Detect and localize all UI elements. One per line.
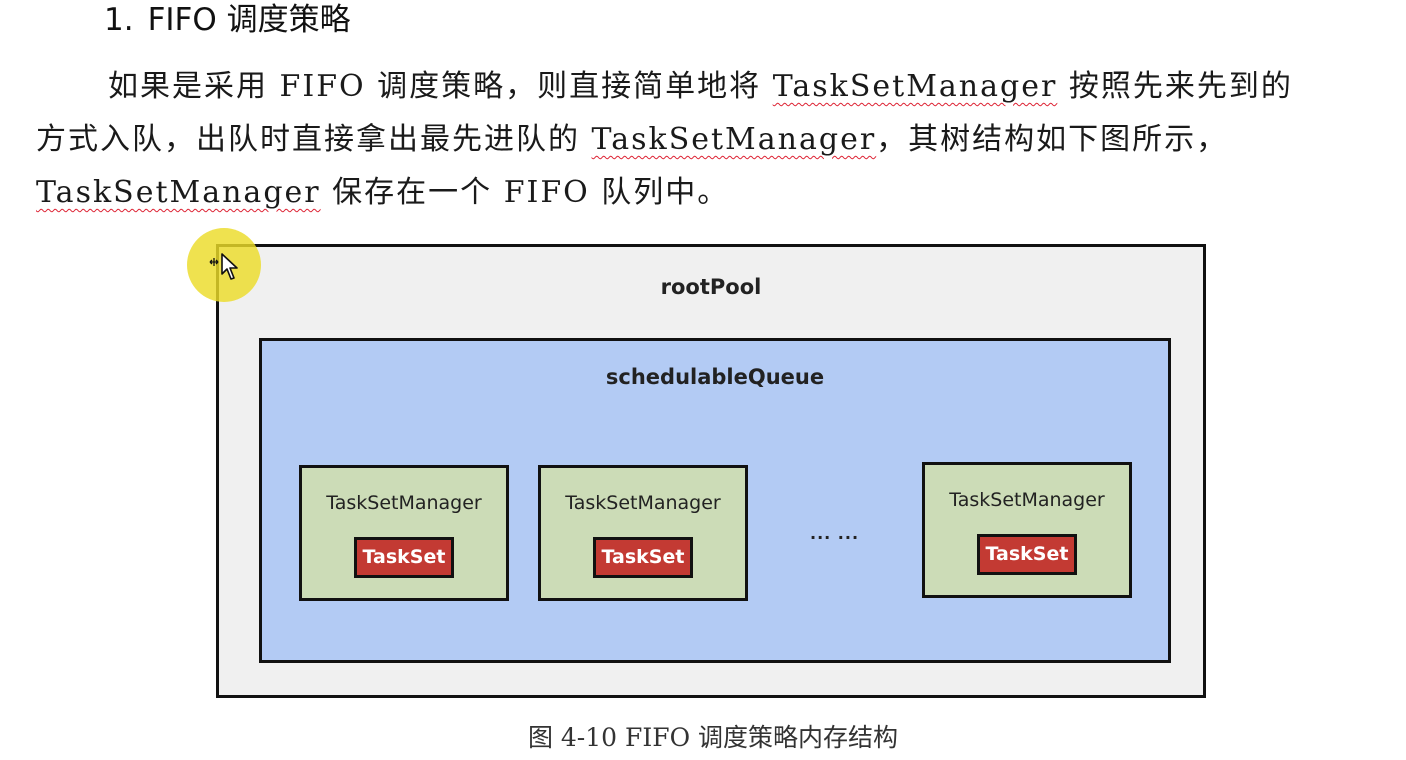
line-3-text-end: 保存在一个 FIFO 队列中。 <box>320 175 730 210</box>
figure-caption: 图 4-10 FIFO 调度策略内存结构 <box>527 723 899 752</box>
task-set-manager-box: TaskSetManager TaskSet <box>922 462 1132 598</box>
schedulable-queue-box: schedulableQueue TaskSetManager TaskSet … <box>259 338 1171 663</box>
line-1-text-start: 如果是采用 FIFO 调度策略，则直接简单地将 <box>108 69 773 104</box>
paragraph-line-3: TaskSetManager 保存在一个 FIFO 队列中。 <box>36 166 1392 219</box>
section-heading: 1. FIFO 调度策略 <box>104 0 351 40</box>
root-pool-box: rootPool schedulableQueue TaskSetManager… <box>216 244 1206 698</box>
section-number: 1. <box>104 2 134 38</box>
schedulable-queue-label: schedulableQueue <box>605 365 825 389</box>
spellcheck-term: TaskSetManager <box>591 122 877 157</box>
task-set-box: TaskSet <box>977 534 1077 575</box>
task-set-manager-label: TaskSetManager <box>949 489 1105 511</box>
task-set-box: TaskSet <box>593 537 693 578</box>
task-set-box: TaskSet <box>354 537 454 578</box>
line-2-text-end: ，其树结构如下图所示， <box>876 122 1229 157</box>
task-set-manager-label: TaskSetManager <box>565 492 721 514</box>
line-1-text-end: 按照先来先到的 <box>1057 69 1293 104</box>
line-2-text-start: 方式入队，出队时直接拿出最先进队的 <box>36 122 592 157</box>
task-set-manager-box: TaskSetManager TaskSet <box>538 465 748 601</box>
task-set-manager-box: TaskSetManager TaskSet <box>299 465 509 601</box>
spellcheck-term: TaskSetManager <box>36 175 321 210</box>
ellipsis-text: ... ... <box>810 524 860 543</box>
move-cursor-icon <box>209 253 238 280</box>
task-set-manager-label: TaskSetManager <box>326 492 482 514</box>
body-paragraph: 如果是采用 FIFO 调度策略，则直接简单地将 TaskSetManager 按… <box>36 60 1392 219</box>
spellcheck-term: TaskSetManager <box>772 69 1058 104</box>
root-pool-label: rootPool <box>660 275 762 299</box>
section-title: FIFO 调度策略 <box>147 2 351 38</box>
paragraph-line-2: 方式入队，出队时直接拿出最先进队的 TaskSetManager，其树结构如下图… <box>36 113 1392 166</box>
paragraph-line-1: 如果是采用 FIFO 调度策略，则直接简单地将 TaskSetManager 按… <box>36 60 1392 113</box>
